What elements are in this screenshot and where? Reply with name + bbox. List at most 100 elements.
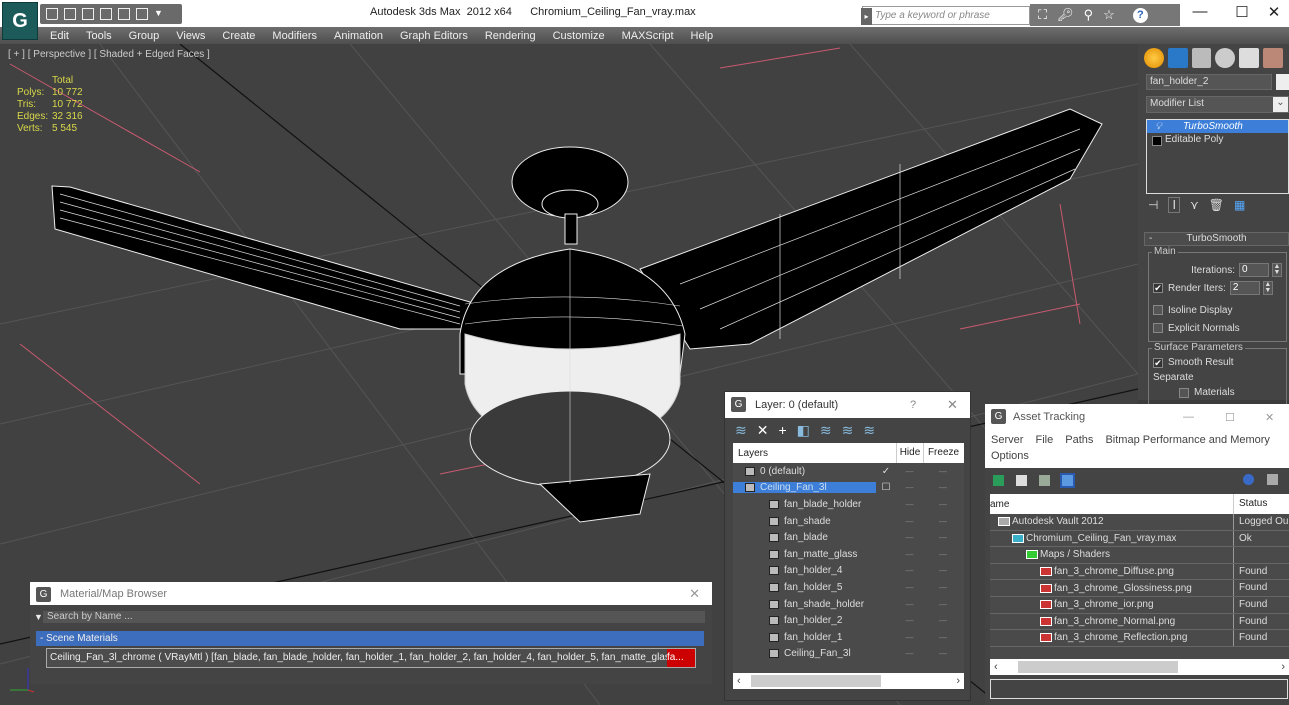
hide-toggle[interactable]: — [896,649,923,658]
column-status[interactable]: Status [1233,494,1289,514]
viewport-label[interactable]: [ + ] [ Perspective ] [ Shaded + Edged F… [8,49,210,60]
iterations-spinner[interactable]: 0 [1239,263,1269,277]
hide-toggle[interactable]: — [896,616,923,625]
motion-tab-icon[interactable] [1215,48,1236,68]
asset-row[interactable]: Chromium_Ceiling_Fan_vray.max Ok [990,530,1289,548]
create-layer-icon[interactable]: ≋ [735,422,747,439]
spinner-arrows-icon[interactable]: ▲ ▼ [1272,263,1282,277]
material-item[interactable]: Ceiling_Fan_3l_chrome ( VRayMtl ) [fan_b… [46,648,696,668]
modify-tab-icon[interactable] [1167,48,1188,68]
freeze-toggle[interactable]: — [923,467,963,476]
column-freeze[interactable]: Freeze [923,443,963,463]
undo-icon[interactable] [82,8,94,20]
application-button[interactable]: G [2,2,38,40]
freeze-toggle[interactable]: — [923,583,963,592]
modifier-stack[interactable]: 💡︎ TurboSmooth Editable Poly [1146,119,1289,194]
hide-toggle[interactable]: — [896,633,923,642]
layer-row[interactable]: fan_blade — — [733,529,964,546]
pin-stack-icon[interactable]: ⊣ [1148,198,1158,212]
rollout-header[interactable]: - TurboSmooth [1144,232,1289,246]
menu-group[interactable]: Group [129,30,160,42]
hide-toggle[interactable]: — [896,533,923,542]
freeze-toggle[interactable]: — [923,550,963,559]
asset-row[interactable]: fan_3_chrome_Glossiness.png Found [990,580,1289,597]
freeze-toggle[interactable]: — [923,649,963,658]
scroll-left-icon[interactable]: ‹ [994,661,998,673]
star-icon[interactable]: ☆ [1103,7,1115,23]
layer-row[interactable]: fan_shade_holder — — [733,596,964,613]
menu-help[interactable]: Help [691,30,714,42]
menu-graph-editors[interactable]: Graph Editors [400,30,468,42]
asset-tracking-titlebar[interactable]: G Asset Tracking — ☐ ✕ [985,404,1289,430]
smooth-result-checkbox[interactable]: ✔ [1153,357,1163,368]
freeze-toggle[interactable]: — [923,483,963,492]
material-browser-titlebar[interactable]: G Material/Map Browser ✕ [30,582,712,605]
scroll-left-icon[interactable]: ‹ [737,675,741,687]
create-tab-icon[interactable] [1144,48,1164,68]
close-button[interactable]: ✕ [1265,411,1274,424]
help-search-input[interactable]: Type a keyword or phrase [861,6,1030,25]
qat-dropdown-icon[interactable]: ▼ [154,8,163,20]
hide-toggle[interactable]: — [896,600,923,609]
layer-row[interactable]: Ceiling_Fan_3l ☐ — — [733,480,964,497]
hide-toggle[interactable]: — [896,550,923,559]
window-icon[interactable] [118,8,130,20]
layer-row[interactable]: 0 (default) ✓ — — [733,463,964,480]
satellite-icon[interactable]: ⚲ [1084,7,1094,23]
materials-checkbox[interactable] [1179,387,1189,398]
hide-toggle[interactable]: — [896,483,923,492]
key-icon[interactable]: 🔑︎ [1057,7,1074,23]
stack-item-editable-poly[interactable]: Editable Poly [1147,133,1288,146]
asset-horizontal-scrollbar[interactable]: ‹ › [990,659,1289,675]
render-iters-checkbox[interactable]: ✔ [1153,283,1163,293]
menu-create[interactable]: Create [222,30,255,42]
minimize-button[interactable]: — [1183,411,1194,423]
scrollbar-thumb[interactable] [751,675,881,687]
configure-sets-icon[interactable]: ▦ [1234,198,1245,212]
scrollbar-thumb[interactable] [1018,661,1178,673]
menu-rendering[interactable]: Rendering [485,30,536,42]
help-icon[interactable] [1243,474,1254,485]
menu-customize[interactable]: Customize [553,30,605,42]
column-layers[interactable]: Layers [733,448,896,459]
menu-animation[interactable]: Animation [334,30,383,42]
save-file-icon[interactable] [64,8,76,20]
hide-toggle[interactable]: — [896,583,923,592]
column-hide[interactable]: Hide [896,443,923,463]
layer-row[interactable]: fan_matte_glass — — [733,546,964,563]
layer-properties-icon[interactable]: ≋ [863,422,875,439]
hide-toggle[interactable]: — [896,500,923,509]
menu-server[interactable]: Server [991,434,1023,446]
make-unique-icon[interactable]: ⋎ [1190,198,1199,212]
window2-icon[interactable] [136,8,148,20]
menu-paths[interactable]: Paths [1065,434,1093,446]
options-triangle-icon[interactable]: ▼ [30,612,43,622]
help-button[interactable]: ? [910,399,916,411]
remove-modifier-icon[interactable]: 🗑︎ [1209,198,1224,212]
lightbulb-icon[interactable]: 💡︎ [1155,121,1162,132]
freeze-toggle[interactable]: — [923,566,963,575]
delete-layer-icon[interactable]: ✕ [757,422,769,439]
layer-dialog-titlebar[interactable]: G Layer: 0 (default) ? ✕ [725,392,970,418]
freeze-toggle[interactable]: — [923,500,963,509]
binoculars-icon[interactable]: ⛶ [1038,7,1047,23]
project-icon[interactable] [100,8,112,20]
freeze-toggle[interactable]: — [923,533,963,542]
freeze-toggle[interactable]: — [923,517,963,526]
freeze-toggle[interactable]: — [923,600,963,609]
asset-table[interactable]: ame Status Autodesk Vault 2012 Logged Ou C… [990,494,1289,674]
refresh-icon[interactable] [993,474,1004,486]
stack-item-turbosmooth[interactable]: 💡︎ TurboSmooth [1147,120,1288,133]
display-tab-icon[interactable] [1239,48,1260,68]
close-button[interactable]: ✕ [689,586,700,602]
scroll-right-icon[interactable]: › [956,675,960,687]
minimize-button[interactable]: — [1180,3,1220,20]
close-button[interactable]: ✕ [1254,3,1289,21]
asset-row[interactable]: fan_3_chrome_ior.png Found [990,596,1289,614]
object-name-input[interactable]: fan_holder_2 [1146,74,1272,90]
current-layer-check[interactable]: ✓ [876,466,896,477]
menu-views[interactable]: Views [176,30,205,42]
asset-row[interactable]: Autodesk Vault 2012 Logged Ou [990,514,1289,531]
menu-tools[interactable]: Tools [86,30,112,42]
show-end-result-icon[interactable]: Ⅰ [1168,197,1180,213]
